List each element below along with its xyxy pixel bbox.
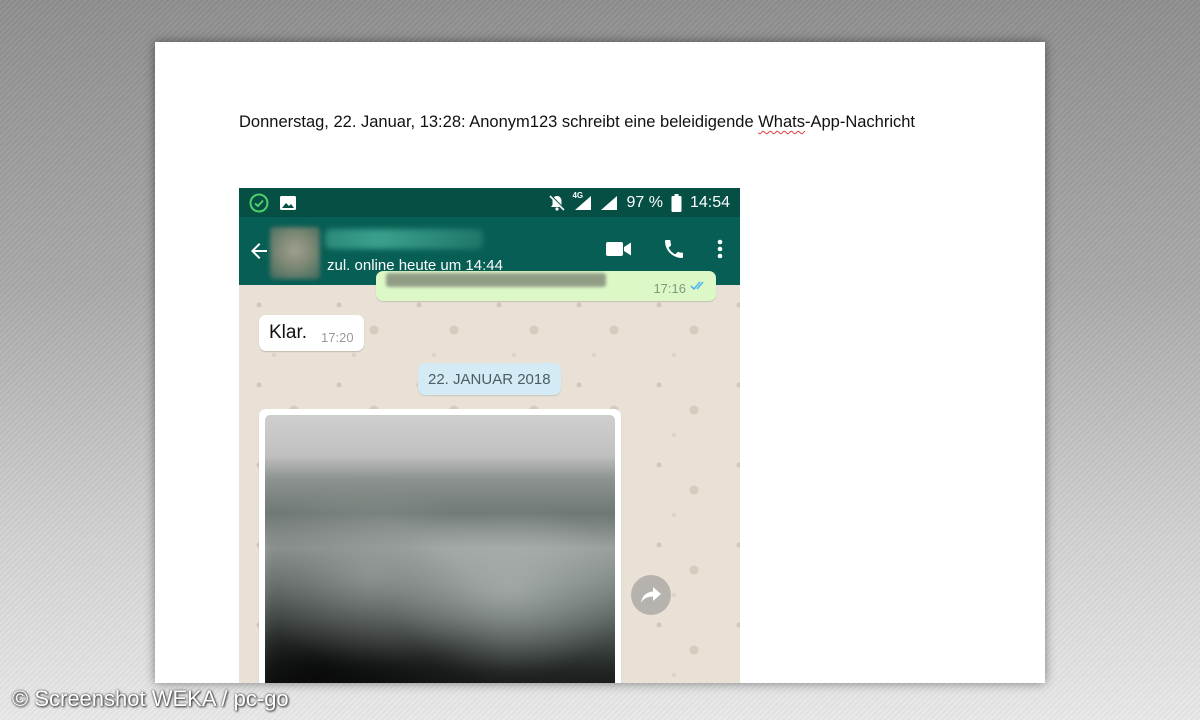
check-circle-icon — [249, 193, 269, 212]
message-time: 17:16 — [653, 281, 686, 296]
whatsapp-screenshot: 4G 97 % 14:54 zul. online heute um 14:44 — [239, 188, 740, 683]
document-caption: Donnerstag, 22. Januar, 13:28: Anonym123… — [239, 113, 916, 131]
back-arrow-icon[interactable] — [247, 239, 271, 263]
document-page: Donnerstag, 22. Januar, 13:28: Anonym123… — [155, 42, 1045, 683]
chat-messages: 17:16 Klar. 17:20 22. JANUAR 2018 — [239, 271, 740, 683]
phone-icon[interactable] — [662, 237, 686, 261]
double-tick-icon — [690, 281, 704, 291]
outgoing-message[interactable]: 17:16 — [376, 271, 716, 301]
forward-button[interactable] — [631, 575, 671, 615]
message-time: 17:20 — [321, 329, 354, 345]
spellcheck-word: Whats — [758, 113, 805, 131]
message-text-cut-off — [386, 273, 606, 287]
contact-name-blurred[interactable] — [325, 229, 483, 249]
avatar[interactable] — [270, 227, 320, 279]
forward-icon — [641, 587, 661, 603]
message-text: Klar. — [269, 322, 308, 343]
battery-percent: 97 % — [626, 193, 663, 211]
video-call-icon[interactable] — [606, 240, 632, 258]
image-message[interactable] — [259, 409, 621, 683]
clock: 14:54 — [689, 193, 730, 211]
bell-off-icon — [549, 194, 566, 211]
battery-icon — [671, 193, 682, 212]
incoming-message[interactable]: Klar. 17:20 — [259, 315, 364, 351]
date-separator: 22. JANUAR 2018 — [418, 363, 561, 395]
blurred-photo[interactable] — [265, 415, 615, 683]
more-vert-icon[interactable] — [716, 237, 724, 261]
mobile-signal: 4G — [572, 191, 592, 211]
image-credit: © Screenshot WEKA / pc-go — [12, 686, 289, 711]
status-bar: 4G 97 % 14:54 — [239, 188, 740, 217]
image-icon — [280, 195, 296, 210]
signal-icon — [601, 195, 618, 210]
